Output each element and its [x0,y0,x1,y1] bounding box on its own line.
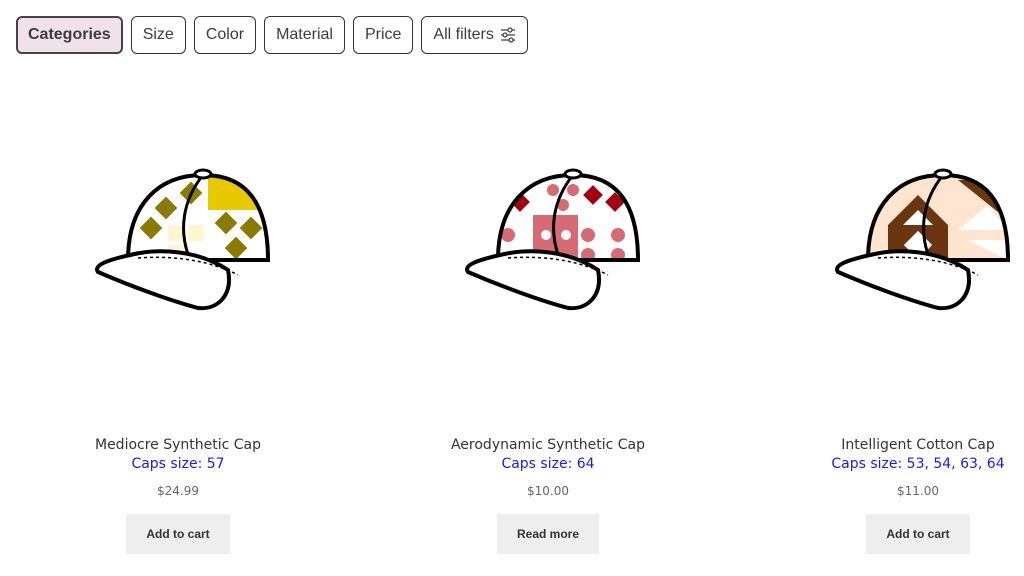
product-card: Intelligent Cotton Cap Caps size: 53, 54… [768,160,1024,554]
filter-size[interactable]: Size [130,16,186,54]
filter-categories[interactable]: Categories [16,16,123,54]
product-price: $11.00 [897,484,939,498]
product-price: $10.00 [527,484,569,498]
product-card: Aerodynamic Synthetic Cap Caps size: 64 … [398,160,698,554]
product-image[interactable] [808,160,1024,408]
sliders-icon [500,26,516,44]
add-to-cart-button[interactable]: Add to cart [866,514,970,554]
all-filters-label: All filters [433,26,494,43]
product-price: $24.99 [157,484,199,498]
product-title[interactable]: Aerodynamic Synthetic Cap [398,436,698,454]
product-size-link[interactable]: Caps size: 64 [398,454,698,474]
product-size-link[interactable]: Caps size: 53, 54, 63, 64 [768,454,1024,474]
product-title[interactable]: Intelligent Cotton Cap [768,436,1024,454]
product-image[interactable] [68,160,288,408]
product-title[interactable]: Mediocre Synthetic Cap [28,436,328,454]
filter-material[interactable]: Material [264,16,345,54]
filter-price[interactable]: Price [352,16,414,54]
filter-color[interactable]: Color [193,16,257,54]
add-to-cart-button[interactable]: Add to cart [126,514,230,554]
product-card: Mediocre Synthetic Cap Caps size: 57 $24… [28,160,328,554]
product-image[interactable] [438,160,658,408]
read-more-button[interactable]: Read more [496,514,600,554]
filter-all-filters[interactable]: All filters [421,16,528,54]
filter-bar: Categories Size Color Material Price All… [16,16,528,54]
product-size-link[interactable]: Caps size: 57 [28,454,328,474]
